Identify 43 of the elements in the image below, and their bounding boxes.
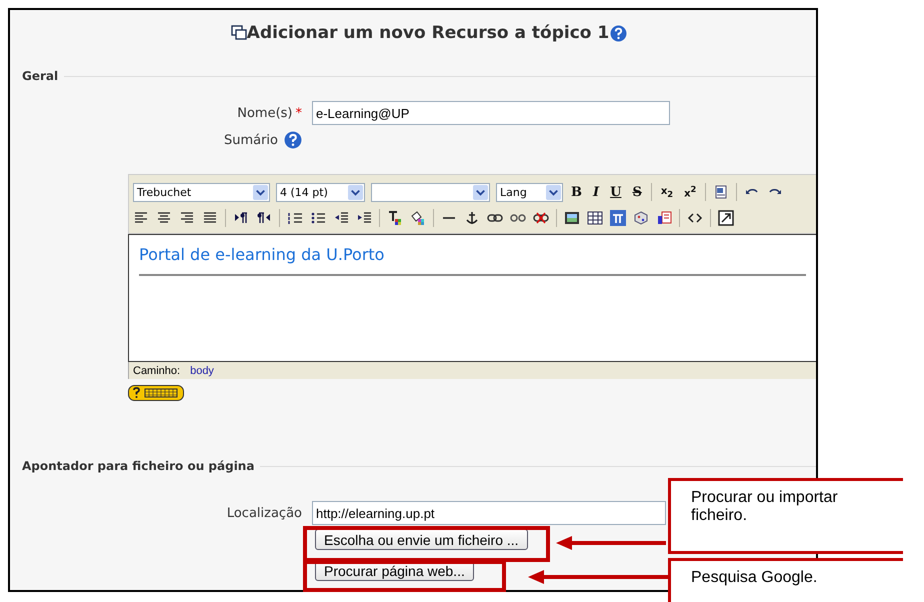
paste-word-icon[interactable] — [713, 184, 730, 200]
location-field[interactable]: http://elearning.up.pt — [312, 501, 666, 525]
table-icon[interactable] — [587, 210, 603, 226]
form-button[interactable]: Escolha ou envie um ficheiro ... — [315, 529, 528, 550]
field-label: Sumário — [224, 132, 278, 148]
paste-icon[interactable] — [656, 210, 672, 226]
script-button[interactable]: x$^{2}$ — [682, 184, 698, 200]
name-field[interactable]: e-Learning@UP — [312, 101, 670, 125]
field-label: Localização — [226, 506, 302, 520]
fullscreen-icon[interactable] — [718, 210, 734, 226]
page-title: Adicionar um novo Recurso a tópico 1 — [246, 23, 610, 43]
anchor-icon[interactable] — [464, 210, 480, 226]
bold-button[interactable]: B — [569, 184, 584, 200]
nolink-icon[interactable] — [533, 210, 549, 226]
dropdown[interactable]: Lang — [496, 182, 563, 202]
ordered-list-icon[interactable] — [287, 210, 303, 226]
windows-icon — [230, 25, 247, 41]
script-button[interactable]: x$_{2}$ — [658, 186, 676, 198]
help-icon[interactable] — [284, 131, 302, 149]
bg-color-icon[interactable] — [410, 210, 426, 226]
dropdown[interactable]: Trebuchet — [133, 182, 270, 202]
underline-button[interactable]: U — [608, 184, 624, 200]
required-mark: * — [296, 106, 302, 120]
help-icon[interactable] — [610, 24, 628, 42]
section-legend: Geral — [12, 69, 64, 83]
editor-area[interactable]: Portal de e-learning da U.Porto — [128, 234, 816, 362]
text-color-icon[interactable] — [387, 210, 403, 226]
strikethrough-button[interactable]: S — [630, 184, 644, 200]
bullet-list-icon[interactable] — [310, 210, 326, 226]
dropdown[interactable]: 4 (14 pt) — [276, 182, 365, 202]
italic-button[interactable]: I — [591, 184, 602, 200]
section-legend: Apontador para ficheiro ou página — [12, 459, 260, 473]
image-icon[interactable] — [564, 210, 580, 226]
path-label: Caminho: — [133, 364, 180, 376]
callout-box: Pesquisa Google. — [668, 558, 903, 602]
keyboard-icon[interactable] — [128, 385, 184, 401]
ltr-icon[interactable] — [233, 210, 249, 226]
math-icon[interactable] — [610, 210, 626, 226]
path-link[interactable]: body — [190, 364, 214, 376]
field-label: Nome(s) — [237, 106, 292, 120]
callout-box: Procurar ou importar ficheiro. — [668, 478, 903, 554]
editor-heading: Portal de e-learning da U.Porto — [139, 245, 384, 264]
rtl-icon[interactable] — [256, 210, 272, 226]
